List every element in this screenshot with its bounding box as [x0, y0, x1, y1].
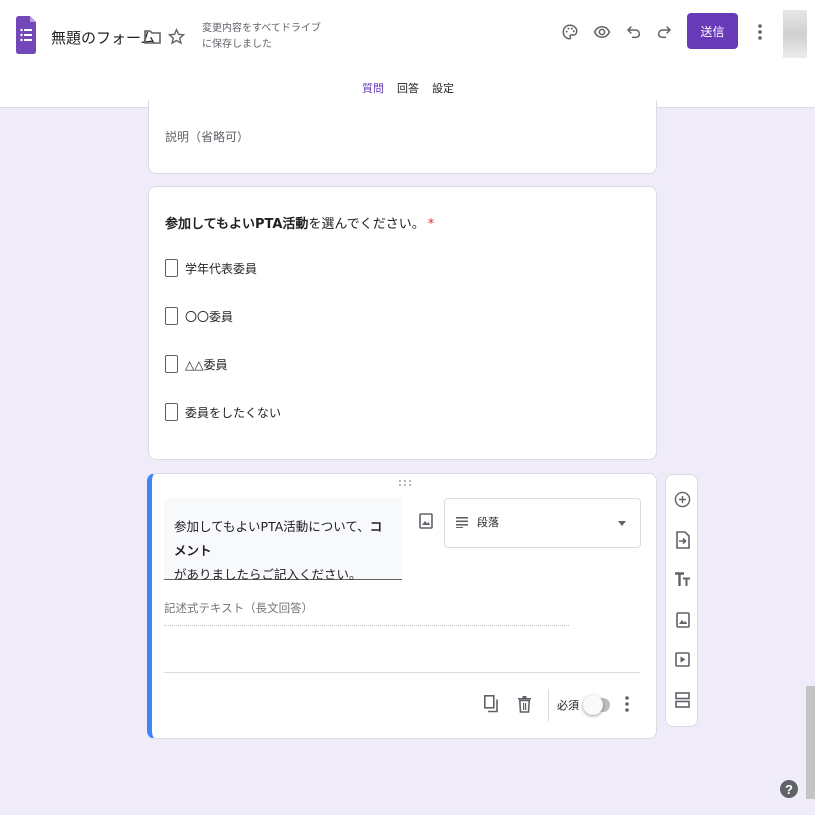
option-item[interactable]: 〇〇委員 — [165, 306, 233, 326]
dropdown-arrow-icon — [617, 518, 627, 528]
preview-eye-icon[interactable] — [592, 22, 612, 42]
required-asterisk: * — [427, 217, 435, 232]
page-scrollbar[interactable] — [806, 686, 815, 799]
toolbar-separator — [548, 689, 549, 721]
form-title[interactable]: 無題のフォーム — [51, 27, 156, 48]
drag-handle-icon[interactable] — [397, 478, 413, 488]
paragraph-icon — [455, 515, 469, 529]
tab-settings[interactable]: 設定 — [432, 80, 454, 96]
checkbox[interactable] — [165, 259, 178, 277]
send-button[interactable]: 送信 — [687, 13, 738, 49]
account-avatar[interactable] — [783, 10, 807, 58]
option-item[interactable]: 委員をしたくない — [165, 402, 281, 422]
star-icon[interactable] — [167, 27, 185, 45]
option-label: 学年代表委員 — [185, 261, 258, 276]
save-status: 変更内容をすべてドライブに保存しました — [202, 23, 321, 50]
checkbox[interactable] — [165, 403, 178, 421]
more-vert-icon[interactable] — [750, 22, 770, 42]
question-title-rest: を選んでください。 — [308, 217, 425, 232]
import-questions-icon[interactable] — [674, 530, 691, 549]
option-label: 委員をしたくない — [185, 405, 282, 420]
checkbox[interactable] — [165, 307, 178, 325]
add-section-icon[interactable] — [674, 691, 691, 708]
answer-placeholder: 記述式テキスト（長文回答） — [164, 600, 569, 626]
card-footer-divider — [164, 672, 640, 673]
option-item[interactable]: 学年代表委員 — [165, 258, 257, 278]
add-title-icon[interactable] — [674, 571, 691, 588]
more-options-icon[interactable] — [619, 694, 635, 714]
question-text-part2: がありましたらご記入ください。 — [174, 567, 362, 582]
question-text-input[interactable]: 参加してもよいPTA活動について、コメント がありましたらご記入ください。 — [164, 498, 402, 582]
undo-icon[interactable] — [624, 22, 644, 42]
option-label: △△委員 — [185, 357, 228, 372]
delete-icon[interactable] — [515, 694, 533, 714]
question-title: 参加してもよいPTA活動を選んでください。 * — [165, 213, 434, 232]
side-toolbar — [665, 474, 698, 727]
help-icon[interactable]: ? — [780, 780, 798, 798]
question-type-select[interactable]: 段落 — [444, 498, 641, 548]
question-card-active[interactable]: 参加してもよいPTA活動について、コメント がありましたらご記入ください。 段落 … — [147, 473, 657, 739]
palette-icon[interactable] — [560, 22, 580, 42]
add-image-icon[interactable] — [674, 611, 691, 628]
tab-responses[interactable]: 回答 — [397, 80, 419, 96]
top-bar: 無題のフォーム 変更内容をすべてドライブに保存しました 送信 質問 回答 設定 — [0, 0, 815, 108]
required-toggle-knob[interactable] — [583, 695, 603, 715]
option-item[interactable]: △△委員 — [165, 354, 227, 374]
forms-logo-icon[interactable] — [16, 16, 36, 54]
tab-questions[interactable]: 質問 — [362, 80, 384, 96]
question-title-bold: 参加してもよいPTA活動 — [165, 217, 309, 232]
add-video-icon[interactable] — [674, 651, 691, 668]
required-label: 必須 — [557, 699, 579, 712]
question-card-checkbox[interactable]: 参加してもよいPTA活動を選んでください。 * 学年代表委員 〇〇委員 △△委員 … — [148, 186, 657, 460]
form-description-field[interactable]: 説明（省略可） — [165, 128, 249, 145]
checkbox[interactable] — [165, 355, 178, 373]
folder-icon[interactable] — [144, 28, 161, 45]
add-image-icon[interactable] — [417, 512, 435, 530]
form-description-card: 説明（省略可） — [148, 100, 657, 174]
option-label: 〇〇委員 — [185, 309, 234, 324]
question-type-label: 段落 — [477, 516, 499, 529]
duplicate-icon[interactable] — [482, 694, 500, 714]
question-text-part1: 参加してもよいPTA活動について、 — [174, 519, 370, 534]
redo-icon[interactable] — [654, 22, 674, 42]
add-question-icon[interactable] — [674, 491, 691, 508]
